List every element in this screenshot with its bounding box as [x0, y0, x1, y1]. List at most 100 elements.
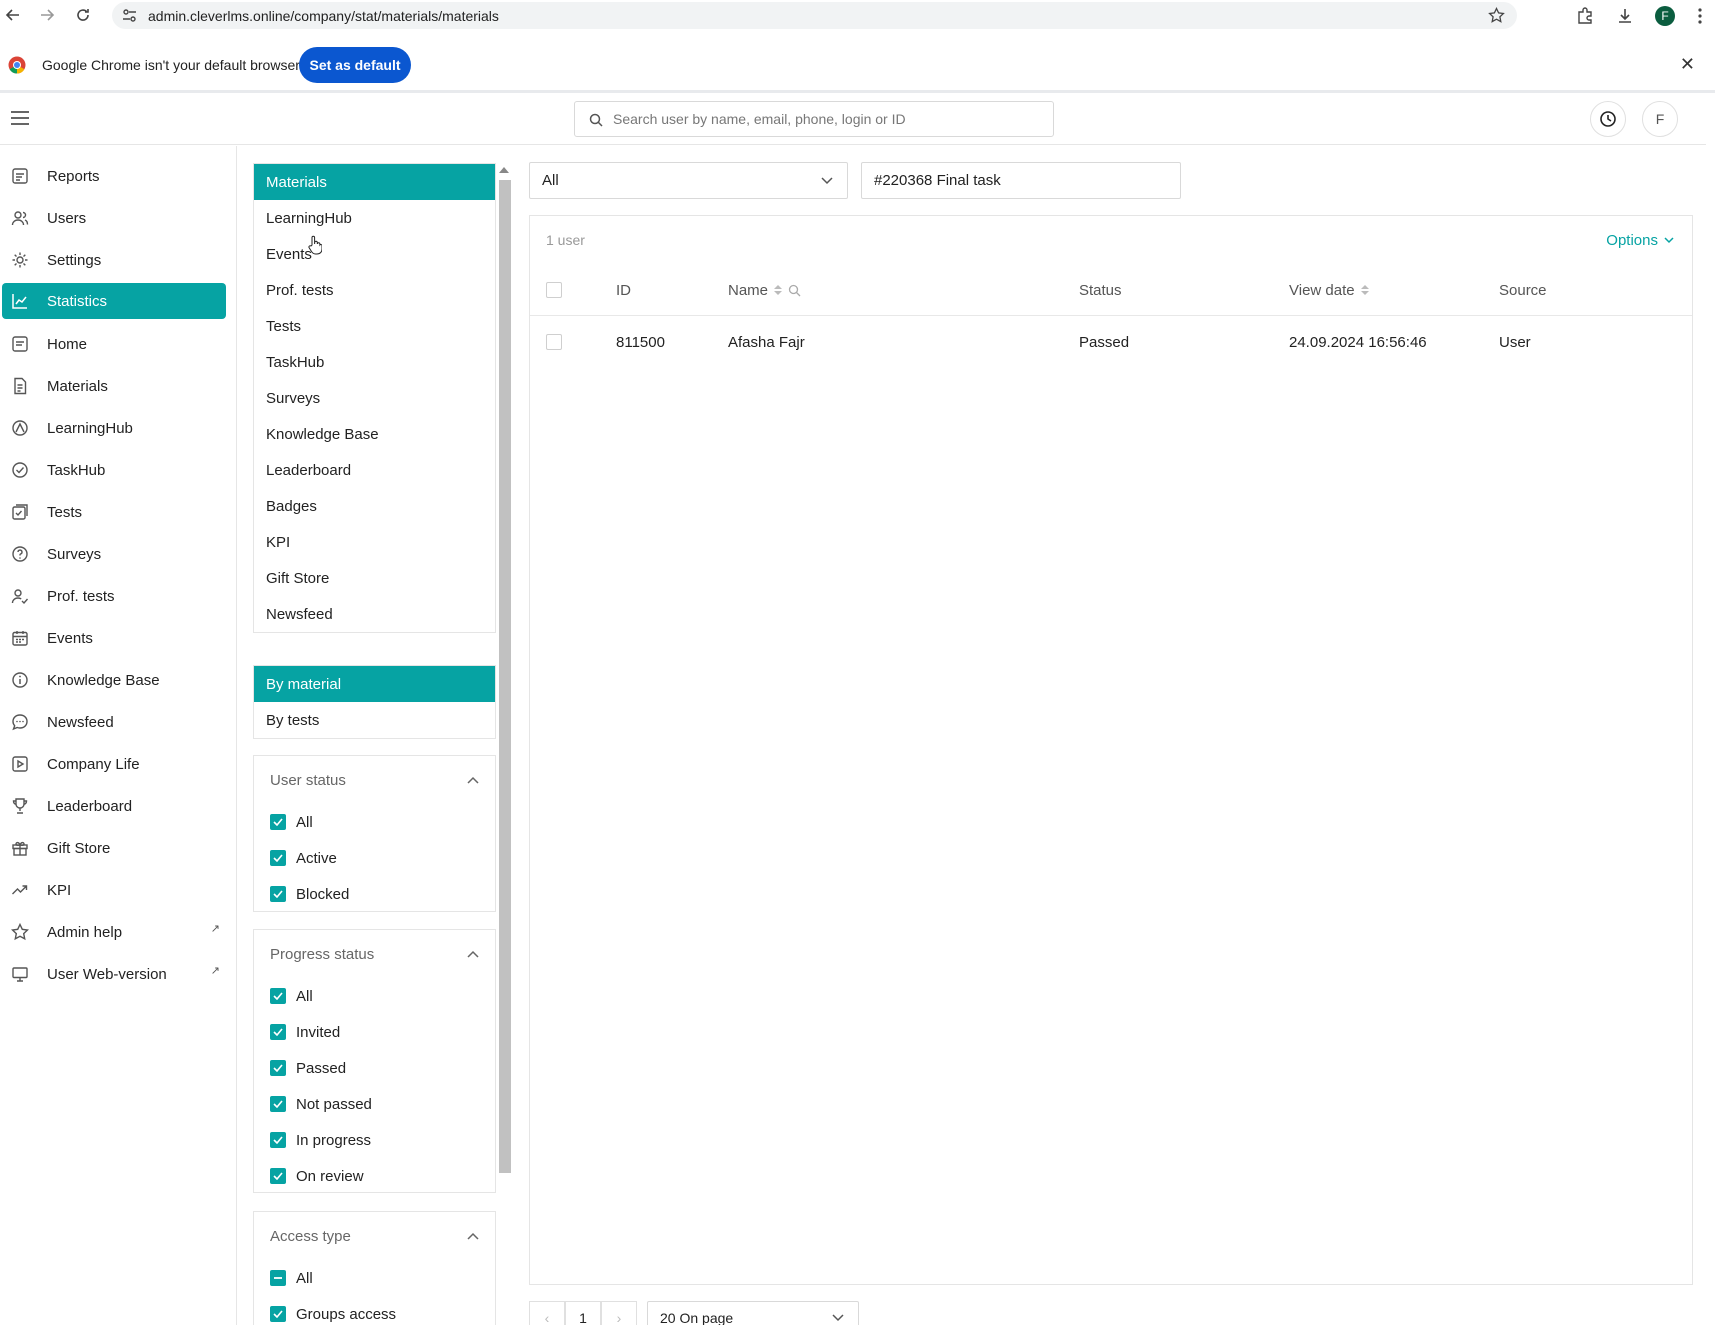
sidebar-item-leaderboard[interactable]: Leaderboard — [2, 788, 226, 824]
user-status-option[interactable]: Active — [254, 840, 495, 876]
mode-by-material[interactable]: By material — [254, 666, 495, 702]
back-arrow-icon[interactable] — [0, 2, 26, 28]
column-view-date[interactable]: View date — [1289, 264, 1369, 316]
download-icon[interactable] — [1605, 7, 1645, 25]
stat-nav-taskhub[interactable]: TaskHub — [254, 344, 495, 380]
more-vertical-icon[interactable] — [1685, 7, 1715, 24]
sidebar-item-newsfeed[interactable]: Newsfeed — [2, 704, 226, 740]
sidebar-item-settings[interactable]: Settings — [2, 242, 226, 278]
progress-status-option[interactable]: Invited — [254, 1014, 495, 1050]
user-status-option[interactable]: Blocked — [254, 876, 495, 912]
progress-status-option[interactable]: Not passed — [254, 1086, 495, 1122]
sidebar-item-materials[interactable]: Materials — [2, 368, 226, 404]
user-search-input[interactable] — [613, 111, 1033, 127]
user-status-option[interactable]: All — [254, 804, 495, 840]
checkbox-checked[interactable] — [270, 1096, 286, 1112]
user-search-box[interactable] — [574, 101, 1054, 137]
chevron-up-icon[interactable] — [467, 1232, 479, 1240]
checkbox-checked[interactable] — [270, 1132, 286, 1148]
material-type-value: All — [542, 172, 559, 189]
address-bar[interactable]: admin.cleverlms.online/company/stat/mate… — [112, 2, 1517, 29]
stat-nav-events[interactable]: Events — [254, 236, 495, 272]
stat-nav-knowledge-base[interactable]: Knowledge Base — [254, 416, 495, 452]
profile-button[interactable]: F — [1645, 5, 1685, 26]
checkbox-checked[interactable] — [270, 1024, 286, 1040]
access-type-option[interactable]: Groups access — [254, 1296, 495, 1325]
search-icon[interactable] — [788, 284, 801, 297]
checkbox-checked[interactable] — [270, 1168, 286, 1184]
row-checkbox[interactable] — [546, 334, 562, 350]
close-icon[interactable]: ✕ — [1680, 54, 1695, 75]
select-all-checkbox[interactable] — [546, 282, 562, 298]
progress-status-option[interactable]: On review — [254, 1158, 495, 1194]
column-name[interactable]: Name — [728, 264, 801, 316]
progress-status-option[interactable]: In progress — [254, 1122, 495, 1158]
chevron-up-icon[interactable] — [467, 950, 479, 958]
forward-arrow-icon[interactable] — [34, 2, 60, 28]
checkbox-checked[interactable] — [270, 1306, 286, 1322]
sidebar-item-taskhub[interactable]: TaskHub — [2, 452, 226, 488]
row-name[interactable]: Afasha Fajr — [728, 316, 805, 368]
page-size-select[interactable]: 20 On page — [647, 1301, 859, 1325]
table-row[interactable]: 811500 Afasha Fajr Passed 24.09.2024 16:… — [530, 316, 1692, 368]
menu-icon[interactable] — [10, 110, 30, 126]
checkbox-checked[interactable] — [270, 850, 286, 866]
checkbox-checked[interactable] — [270, 886, 286, 902]
history-button[interactable] — [1590, 101, 1626, 137]
sidebar-item-tests[interactable]: Tests — [2, 494, 226, 530]
sidebar-item-admin-help[interactable]: Admin help ↗ — [2, 914, 226, 950]
progress-status-filter: Progress status All Invited Passed Not p… — [253, 929, 496, 1193]
scroll-up-arrow[interactable] — [499, 167, 509, 173]
filter-scrollbar[interactable] — [499, 180, 511, 1173]
sidebar-item-home[interactable]: Home — [2, 326, 226, 362]
sidebar-item-kpi[interactable]: KPI — [2, 872, 226, 908]
prev-page-button[interactable]: ‹ — [529, 1301, 565, 1325]
options-button[interactable]: Options — [1606, 232, 1674, 249]
checkbox-indeterminate[interactable] — [270, 1270, 286, 1286]
sidebar-item-gift-store[interactable]: Gift Store — [2, 830, 226, 866]
stat-nav-gift-store[interactable]: Gift Store — [254, 560, 495, 596]
sort-icon[interactable] — [1360, 285, 1369, 295]
sidebar-item-users[interactable]: Users — [2, 200, 226, 236]
progress-status-header[interactable]: Progress status — [254, 930, 495, 978]
stat-nav-prof-tests[interactable]: Prof. tests — [254, 272, 495, 308]
page-number[interactable]: 1 — [565, 1301, 601, 1325]
mode-by-tests[interactable]: By tests — [254, 702, 495, 738]
bookmark-star-icon[interactable] — [1488, 7, 1505, 24]
sidebar-item-company-life[interactable]: Company Life — [2, 746, 226, 782]
stat-nav-badges[interactable]: Badges — [254, 488, 495, 524]
access-type-option[interactable]: All — [254, 1260, 495, 1296]
user-avatar[interactable]: F — [1642, 101, 1678, 137]
material-type-select[interactable]: All — [529, 162, 848, 199]
extensions-icon[interactable] — [1565, 6, 1605, 25]
sidebar-item-surveys[interactable]: Surveys — [2, 536, 226, 572]
stat-nav-tests[interactable]: Tests — [254, 308, 495, 344]
stat-nav-kpi[interactable]: KPI — [254, 524, 495, 560]
site-settings-icon[interactable] — [122, 8, 137, 23]
material-select[interactable]: #220368 Final task — [861, 162, 1181, 199]
sidebar-item-reports[interactable]: Reports — [2, 158, 226, 194]
set-default-button[interactable]: Set as default — [299, 47, 411, 83]
user-status-header[interactable]: User status — [254, 756, 495, 804]
checkbox-checked[interactable] — [270, 1060, 286, 1076]
progress-status-option[interactable]: All — [254, 978, 495, 1014]
stat-nav-leaderboard[interactable]: Leaderboard — [254, 452, 495, 488]
next-page-button[interactable]: › — [601, 1301, 637, 1325]
chevron-up-icon[interactable] — [467, 776, 479, 784]
access-type-header[interactable]: Access type — [254, 1212, 495, 1260]
progress-status-option[interactable]: Passed — [254, 1050, 495, 1086]
stat-nav-newsfeed[interactable]: Newsfeed — [254, 596, 495, 632]
reload-icon[interactable] — [70, 2, 96, 28]
checkbox-checked[interactable] — [270, 988, 286, 1004]
checkbox-checked[interactable] — [270, 814, 286, 830]
sidebar-item-learninghub[interactable]: LearningHub — [2, 410, 226, 446]
sidebar-item-user-web-version[interactable]: User Web-version ↗ — [2, 956, 226, 992]
stat-nav-learninghub[interactable]: LearningHub — [254, 200, 495, 236]
sort-icon[interactable] — [774, 285, 783, 295]
sidebar-item-statistics[interactable]: Statistics — [2, 283, 226, 319]
stat-nav-materials[interactable]: Materials — [254, 164, 495, 200]
stat-nav-surveys[interactable]: Surveys — [254, 380, 495, 416]
sidebar-item-events[interactable]: Events — [2, 620, 226, 656]
sidebar-item-prof-tests[interactable]: Prof. tests — [2, 578, 226, 614]
sidebar-item-knowledge-base[interactable]: Knowledge Base — [2, 662, 226, 698]
